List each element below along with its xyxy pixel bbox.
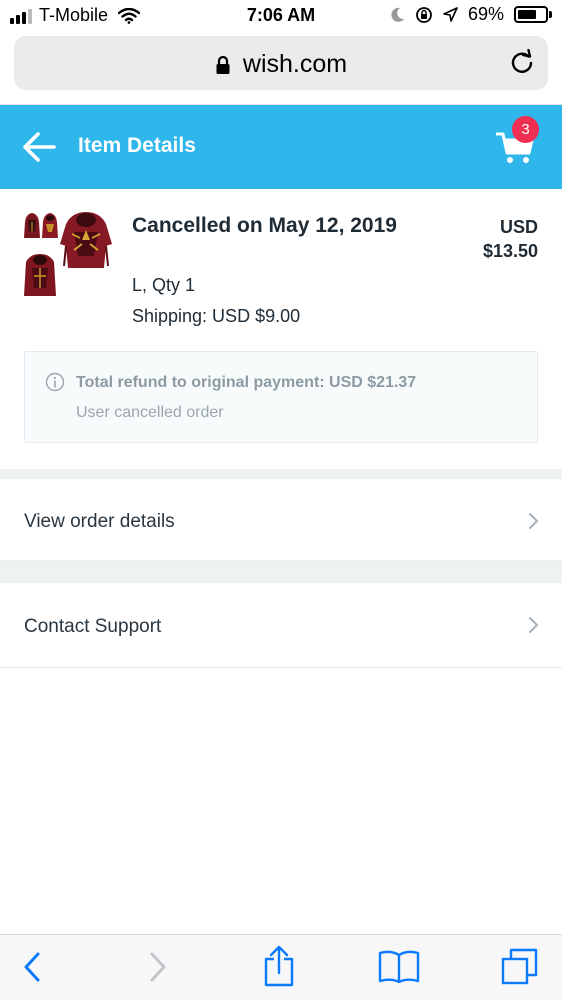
- tabs-icon[interactable]: [500, 947, 540, 985]
- product-thumbnail[interactable]: [22, 210, 114, 298]
- page-title: Item Details: [78, 134, 196, 157]
- lock-icon: [216, 55, 230, 74]
- bookmarks-icon[interactable]: [378, 949, 420, 983]
- section-divider: [0, 561, 562, 583]
- back-arrow-icon[interactable]: [22, 131, 56, 163]
- contact-support-row[interactable]: Contact Support: [0, 583, 562, 668]
- info-icon: [45, 372, 65, 392]
- moon-icon: [391, 7, 404, 22]
- address-bar[interactable]: wish.com: [14, 36, 548, 90]
- back-icon[interactable]: [22, 951, 42, 983]
- contact-support-label: Contact Support: [24, 616, 162, 637]
- item-price: USD $13.50: [483, 215, 538, 263]
- battery-icon: [514, 6, 552, 23]
- cart-count-badge[interactable]: 3: [512, 116, 539, 143]
- battery-percent: 69%: [467, 4, 504, 24]
- item-variant: L, Qty 1: [132, 275, 196, 295]
- wifi-icon: [118, 7, 141, 24]
- status-bar: T-Mobile 7:06 AM 69%: [0, 0, 562, 32]
- rotation-lock-icon: [416, 6, 432, 23]
- item-shipping: Shipping: USD $9.00: [132, 306, 301, 326]
- browser-address-area: wish.com: [0, 32, 562, 105]
- chevron-right-icon: [529, 513, 538, 529]
- item-summary: Cancelled on May 12, 2019 L, Qty 1 Shipp…: [0, 189, 562, 469]
- forward-icon[interactable]: [148, 951, 168, 983]
- order-status: Cancelled on May 12, 2019: [132, 214, 397, 237]
- price-amount: $13.50: [482, 241, 538, 261]
- carrier-name: T-Mobile: [39, 5, 109, 25]
- view-order-details-label: View order details: [24, 511, 175, 532]
- chevron-right-icon: [529, 617, 538, 633]
- refund-reason: User cancelled order: [76, 404, 224, 421]
- refund-notice: Total refund to original payment: USD $2…: [24, 351, 538, 443]
- status-right: 69%: [391, 4, 552, 25]
- section-divider: [0, 469, 562, 479]
- app-header: Item Details: [0, 105, 562, 189]
- share-icon[interactable]: [263, 945, 295, 987]
- url-text: wish.com: [242, 50, 348, 78]
- signal-icon: [10, 8, 32, 24]
- reload-icon[interactable]: [508, 49, 536, 77]
- price-currency: USD: [499, 217, 538, 237]
- browser-toolbar: [0, 934, 562, 1000]
- status-left: T-Mobile: [10, 5, 141, 26]
- view-order-details-row[interactable]: View order details: [0, 479, 562, 561]
- refund-amount: Total refund to original payment: USD $2…: [76, 374, 417, 391]
- location-icon: [443, 7, 458, 22]
